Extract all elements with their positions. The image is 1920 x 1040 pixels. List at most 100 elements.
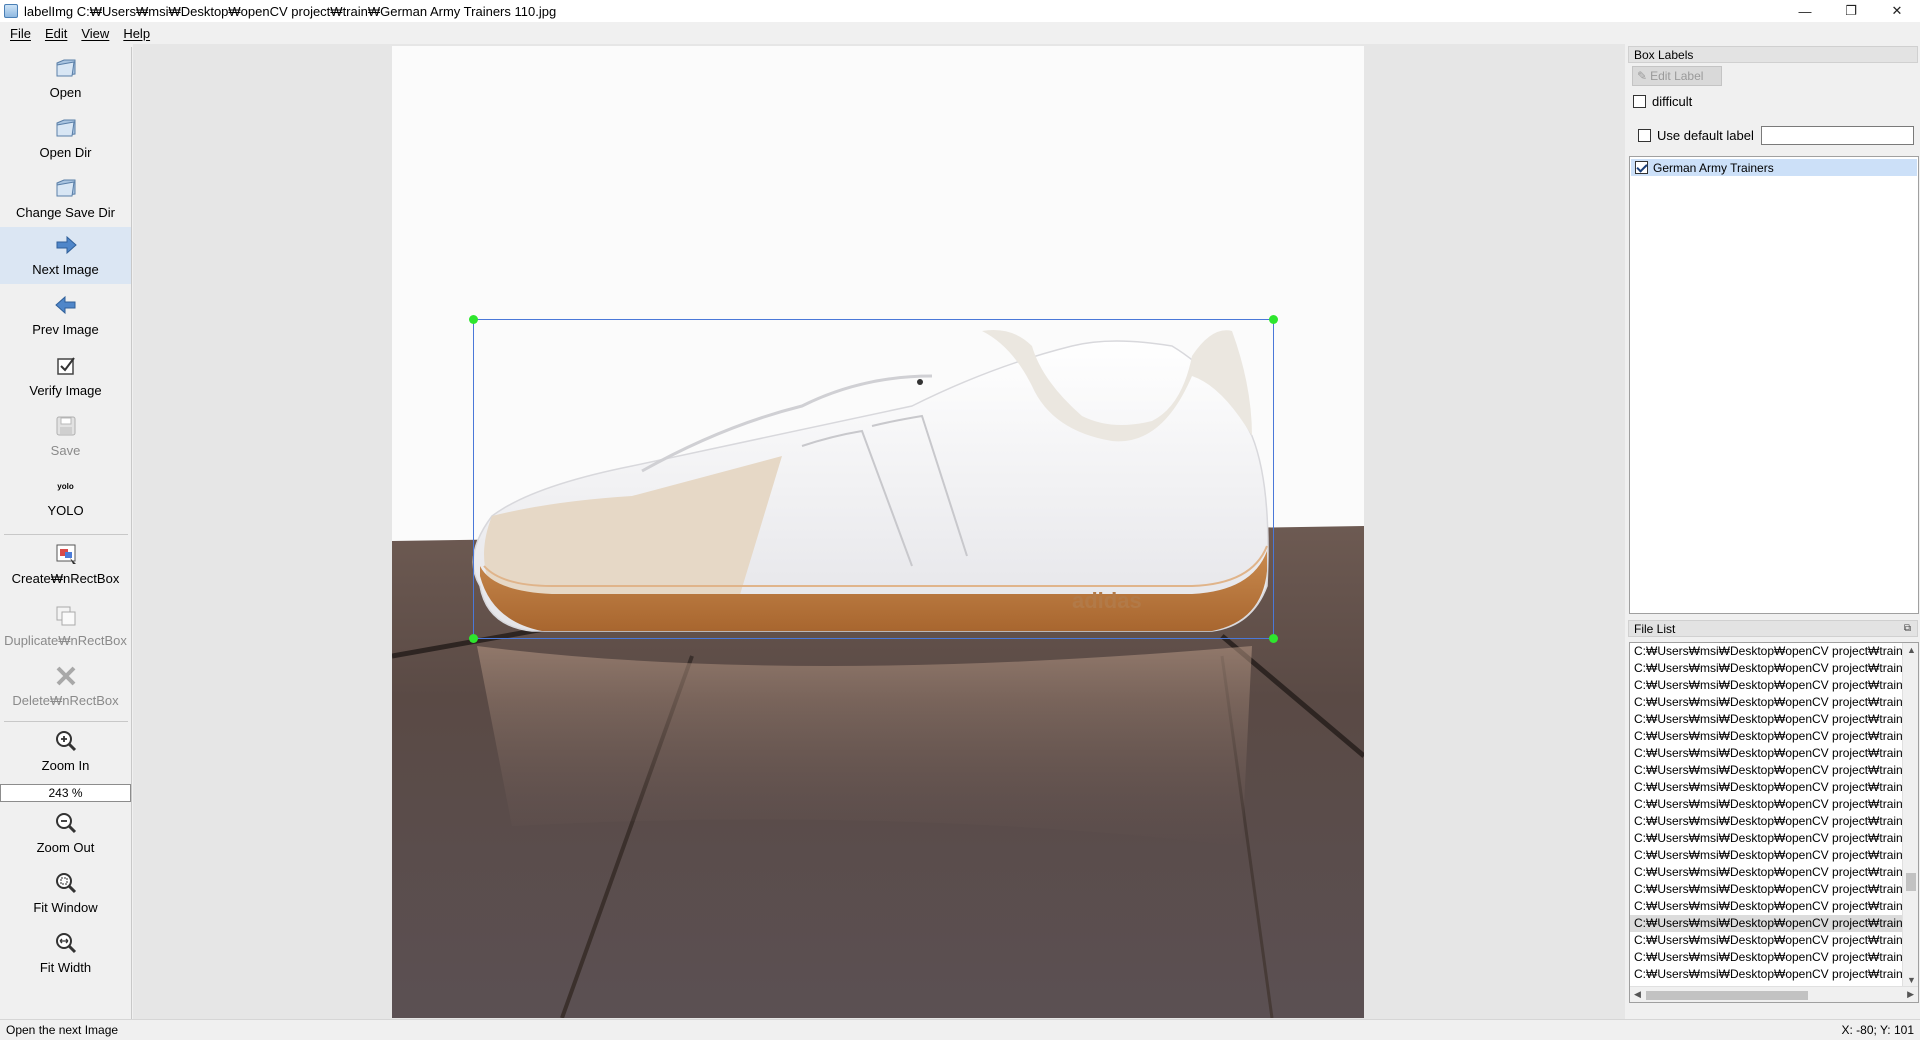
arrow-right-icon [54,233,78,257]
horizontal-scroll-thumb[interactable] [1646,991,1808,1000]
create-rectbox-button[interactable]: Create₩nRectBox [0,536,131,594]
menu-help[interactable]: Help [116,26,157,41]
file-list-item[interactable]: C:₩Users₩msi₩Desktop₩openCV project₩trai… [1630,677,1902,694]
toolbar-separator [4,534,128,535]
open-dir-button[interactable]: Open Dir [0,110,131,162]
file-list-item[interactable]: C:₩Users₩msi₩Desktop₩openCV project₩trai… [1630,864,1902,881]
yolo-label: YOLO [47,503,84,518]
file-list-item[interactable]: C:₩Users₩msi₩Desktop₩openCV project₩trai… [1630,932,1902,949]
change-save-dir-label: Change Save Dir [16,205,115,220]
vertical-scrollbar[interactable]: ▲ ▼ [1902,643,1918,987]
save-button[interactable]: Save [0,408,131,464]
open-dir-label: Open Dir [39,145,92,160]
fit-window-icon [54,871,78,895]
zoom-in-icon [54,729,78,753]
bounding-box[interactable] [469,315,1278,643]
edit-icon: ✎ [1637,69,1648,83]
create-box-icon [54,542,78,566]
fit-width-icon [54,931,78,955]
file-list-item[interactable]: C:₩Users₩msi₩Desktop₩openCV project₩trai… [1630,813,1902,830]
label-visible-checkbox[interactable] [1635,161,1648,174]
edit-label-text: Edit Label [1650,69,1704,83]
scroll-left-icon[interactable]: ◀ [1634,989,1641,1000]
file-list-item[interactable]: C:₩Users₩msi₩Desktop₩openCV project₩trai… [1630,796,1902,813]
zoom-in-label: Zoom In [41,758,90,773]
duplicate-rectbox-button[interactable]: Duplicate₩nRectBox [0,598,131,656]
create-rectbox-label: Create₩nRectBox [11,571,120,586]
arrow-left-icon [54,293,78,317]
verify-image-button[interactable]: Verify Image [0,348,131,404]
minimize-button[interactable]: — [1782,0,1828,22]
bbox-handle-top-right[interactable] [1269,315,1278,324]
fit-window-button[interactable]: Fit Window [0,865,131,923]
file-list-item[interactable]: C:₩Users₩msi₩Desktop₩openCV project₩trai… [1630,847,1902,864]
file-items: C:₩Users₩msi₩Desktop₩openCV project₩trai… [1630,643,1918,983]
file-list[interactable]: C:₩Users₩msi₩Desktop₩openCV project₩trai… [1629,642,1919,1003]
yolo-format-button[interactable]: yolo YOLO [0,468,131,524]
right-panel: Box Labels ✎ Edit Label difficult Use de… [1628,44,1920,1019]
prev-image-label: Prev Image [32,322,99,337]
use-default-label-checkbox[interactable]: Use default label [1638,128,1754,143]
close-button[interactable]: ✕ [1874,0,1920,22]
bbox-handle-top-left[interactable] [469,315,478,324]
status-bar: Open the next Image X: -80; Y: 101 [0,1019,1920,1040]
file-list-item[interactable]: C:₩Users₩msi₩Desktop₩openCV project₩trai… [1630,660,1902,677]
file-list-item[interactable]: C:₩Users₩msi₩Desktop₩openCV project₩trai… [1630,728,1902,745]
file-list-item[interactable]: C:₩Users₩msi₩Desktop₩openCV project₩trai… [1630,915,1902,932]
bbox-handle-bottom-left[interactable] [469,634,478,643]
open-button[interactable]: Open [0,50,131,102]
delete-rectbox-label: Delete₩nRectBox [12,693,119,708]
file-list-item[interactable]: C:₩Users₩msi₩Desktop₩openCV project₩trai… [1630,745,1902,762]
fit-width-button[interactable]: Fit Width [0,925,131,983]
file-list-title: File List ⧉ [1628,620,1918,637]
label-list-item[interactable]: German Army Trainers [1631,159,1917,176]
toolbar: Open Open Dir Change Save Dir Next Image… [0,47,132,1019]
menu-file[interactable]: File [3,26,38,41]
window-controls: — ❐ ✕ [1782,0,1920,22]
edit-label-button[interactable]: ✎ Edit Label [1632,66,1722,86]
zoom-out-button[interactable]: Zoom Out [0,805,131,863]
change-save-dir-button[interactable]: Change Save Dir [0,170,131,222]
file-list-item[interactable]: C:₩Users₩msi₩Desktop₩openCV project₩trai… [1630,711,1902,728]
file-list-item[interactable]: C:₩Users₩msi₩Desktop₩openCV project₩trai… [1630,881,1902,898]
file-list-item[interactable]: C:₩Users₩msi₩Desktop₩openCV project₩trai… [1630,898,1902,915]
scroll-right-icon[interactable]: ▶ [1907,989,1914,1000]
menu-edit[interactable]: Edit [38,26,74,41]
file-list-item[interactable]: C:₩Users₩msi₩Desktop₩openCV project₩trai… [1630,949,1902,966]
file-list-item[interactable]: C:₩Users₩msi₩Desktop₩openCV project₩trai… [1630,966,1902,983]
label-list[interactable]: German Army Trainers [1629,156,1919,614]
menu-view[interactable]: View [74,26,116,41]
folder-open-icon [54,116,78,140]
image-canvas[interactable]: adidas [133,44,1625,1019]
file-list-item[interactable]: C:₩Users₩msi₩Desktop₩openCV project₩trai… [1630,643,1902,660]
bbox-handle-bottom-right[interactable] [1269,634,1278,643]
default-label-input[interactable] [1761,126,1914,145]
cursor-coordinates: X: -80; Y: 101 [1841,1023,1915,1037]
float-icon[interactable]: ⧉ [1904,623,1911,634]
file-list-item[interactable]: C:₩Users₩msi₩Desktop₩openCV project₩trai… [1630,762,1902,779]
restore-button[interactable]: ❐ [1828,0,1874,22]
file-list-item[interactable]: C:₩Users₩msi₩Desktop₩openCV project₩trai… [1630,779,1902,796]
difficult-check-box[interactable] [1633,95,1646,108]
prev-image-button[interactable]: Prev Image [0,287,131,343]
scroll-up-icon[interactable]: ▲ [1907,645,1916,655]
yolo-icon: yolo [54,474,78,498]
window-title: labelImg C:₩Users₩msi₩Desktop₩openCV pro… [24,3,557,19]
title-bar: labelImg C:₩Users₩msi₩Desktop₩openCV pro… [0,0,1920,22]
file-list-item[interactable]: C:₩Users₩msi₩Desktop₩openCV project₩trai… [1630,830,1902,847]
checkbox-icon [54,354,78,378]
difficult-checkbox[interactable]: difficult [1633,94,1692,109]
horizontal-scrollbar[interactable]: ◀ ▶ [1630,986,1918,1002]
zoom-spinbox[interactable]: 243 % [0,784,131,802]
label-item-text: German Army Trainers [1653,160,1774,175]
delete-rectbox-button[interactable]: Delete₩nRectBox [0,658,131,716]
duplicate-rectbox-label: Duplicate₩nRectBox [4,633,127,648]
use-default-label-check-box[interactable] [1638,129,1651,142]
scroll-down-icon[interactable]: ▼ [1907,975,1916,985]
yolo-icon-text: yolo [57,481,74,491]
toolbar-separator [4,721,128,722]
vertical-scroll-thumb[interactable] [1906,873,1916,891]
next-image-button[interactable]: Next Image [0,227,131,284]
file-list-item[interactable]: C:₩Users₩msi₩Desktop₩openCV project₩trai… [1630,694,1902,711]
zoom-in-button[interactable]: Zoom In [0,723,131,781]
